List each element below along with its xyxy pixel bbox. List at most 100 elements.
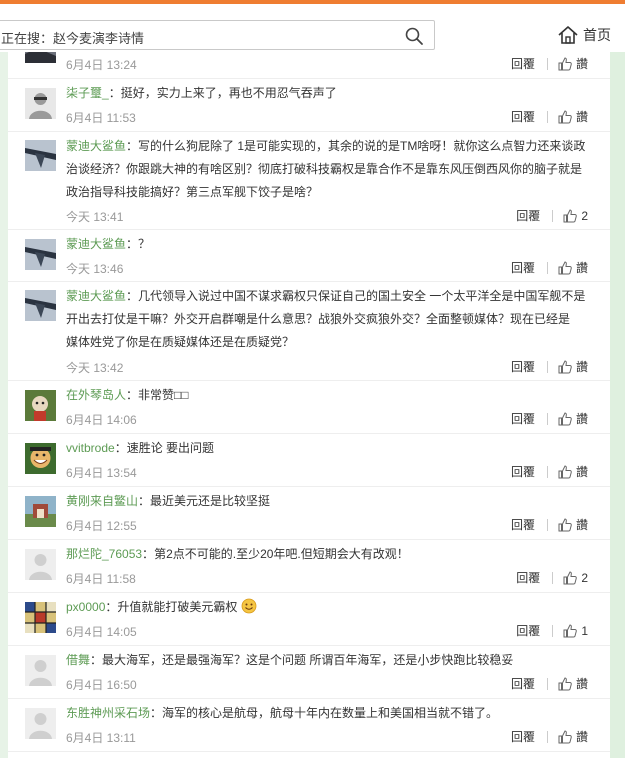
like-button[interactable]: 讚 (558, 516, 588, 533)
comment-body-line-2: 开出去打仗是干嘛？外交开启群嘲是什么意思？战狼外交疯狼外交？全面整顿媒体？现在已… (66, 312, 571, 326)
comment-actions: 回覆 讚 (511, 358, 588, 375)
avatar[interactable] (25, 52, 56, 63)
action-divider (546, 730, 548, 743)
comment-text: vvitbrode：速胜论 要出问题 (66, 437, 590, 460)
like-count: 讚 (575, 360, 588, 374)
reply-button[interactable]: 回覆 (511, 463, 535, 480)
reply-button[interactable]: 回覆 (516, 569, 540, 586)
separator: ： (150, 706, 163, 720)
username-link[interactable]: 黄刚来自鳘山 (66, 494, 138, 508)
thumbs-up-icon (558, 56, 572, 70)
reply-button[interactable]: 回覆 (511, 516, 535, 533)
username-link[interactable]: 在外琴岛人 (66, 388, 126, 402)
comment-actions: 回覆 2 (516, 207, 588, 224)
comment-item: 蒙迪大鲨鱼：几代领导入说过中国不谋求霸权只保证自己的国土安全 一个太平洋全是中国… (8, 282, 610, 381)
reply-button[interactable]: 回覆 (511, 675, 535, 692)
comment-body: 海军的核心是航母，航母十年内在数量上和美国相当就不错了。 (162, 706, 499, 720)
comment-text: 蒙迪大鲨鱼：写的什么狗屁除了 1是可能实现的，其余的说的是TM啥呀！就你这么点智… (66, 135, 590, 204)
comment-text: 黄刚来自鳘山：最近美元还是比较坚挺 (66, 490, 590, 513)
reply-button[interactable]: 回覆 (511, 358, 535, 375)
action-divider (552, 571, 554, 584)
like-button[interactable]: 2 (563, 571, 588, 585)
comment-item: 东胜神州采石场：海军的核心是航母，航母十年内在数量上和美国相当就不错了。 6月4… (8, 699, 610, 752)
reply-button[interactable]: 回覆 (516, 622, 540, 639)
search-input[interactable]: 正在搜：赵今麦演李诗情 (1, 28, 144, 47)
reply-button[interactable]: 回覆 (511, 259, 535, 276)
action-divider (546, 412, 548, 425)
avatar[interactable] (25, 549, 56, 580)
username-link[interactable]: 蒙迪大鲨鱼 (66, 289, 126, 303)
avatar[interactable] (25, 390, 56, 421)
comment-time: 今天 13:41 (66, 210, 124, 224)
avatar[interactable] (25, 140, 56, 171)
like-button[interactable]: 1 (563, 624, 588, 638)
thumbs-up-icon (563, 570, 578, 584)
comment-time: 6月4日 16:50 (66, 678, 137, 692)
home-link[interactable]: 首页 (557, 22, 611, 48)
like-button[interactable]: 讚 (558, 410, 588, 427)
reply-button[interactable]: 回覆 (511, 108, 535, 125)
comment-time: 6月4日 11:58 (66, 572, 136, 586)
like-button[interactable]: 讚 (558, 259, 588, 276)
avatar[interactable] (25, 655, 56, 686)
username-link[interactable]: 蒙迪大鲨鱼 (66, 237, 126, 251)
home-label: 首页 (583, 27, 611, 43)
reply-button[interactable]: 回覆 (511, 410, 535, 427)
comment-item: px0000：升值就能打破美元霸权 6月4日 14:05 回覆 1 (8, 593, 610, 646)
comment-text: 借舞：最大海军，还是最强海军？这是个问题 所谓百年海军，还是小步快跑比较稳妥 (66, 649, 590, 672)
avatar[interactable] (25, 88, 56, 119)
like-button[interactable]: 讚 (558, 463, 588, 480)
avatar[interactable] (25, 602, 56, 633)
username-link[interactable]: 蒙迪大鲨鱼 (66, 139, 126, 153)
reply-button[interactable]: 回覆 (511, 55, 535, 72)
like-count: 2 (581, 570, 588, 585)
like-button[interactable]: 讚 (558, 728, 588, 745)
username-link[interactable]: 借舞 (66, 653, 90, 667)
like-count: 讚 (575, 110, 588, 124)
thumbs-up-icon (558, 260, 572, 274)
avatar[interactable] (25, 708, 56, 739)
separator: ： (90, 653, 103, 667)
username-link[interactable]: px0000 (66, 600, 105, 614)
like-button[interactable]: 讚 (558, 108, 588, 125)
thumbs-up-icon (558, 517, 572, 531)
avatar[interactable] (25, 443, 56, 474)
search-box[interactable]: 正在搜：赵今麦演李诗情 (0, 20, 435, 50)
like-button[interactable]: 讚 (558, 55, 588, 72)
like-count: 讚 (575, 518, 588, 532)
avatar[interactable] (25, 239, 56, 270)
search-icon[interactable] (404, 26, 424, 46)
comment-body: 速胜论 要出问题 (126, 441, 215, 455)
comment-body: 写的什么狗屁除了 1是可能实现的，其余的说的是TM啥呀！就你这么点智力还来谈政 (138, 139, 586, 153)
comment-item: 黄刚来自鳘山：最近美元还是比较坚挺 6月4日 12:55 回覆 讚 (8, 487, 610, 540)
comment-body: 第2点不可能的.至少20年吧.但短期会大有改观！ (154, 547, 409, 561)
thumbs-up-icon (558, 729, 572, 743)
comment-actions: 回覆 1 (516, 622, 588, 639)
comment-body: ？ (138, 237, 151, 251)
username-link[interactable]: 那烂陀_76053 (66, 547, 142, 561)
reply-button[interactable]: 回覆 (516, 207, 540, 224)
separator: ： (126, 388, 139, 402)
separator: ： (114, 441, 127, 455)
action-divider (546, 518, 548, 531)
comment-text: px0000：升值就能打破美元霸权 (66, 596, 590, 619)
comment-actions: 回覆 讚 (511, 410, 588, 427)
avatar[interactable] (25, 496, 56, 527)
thumbs-up-icon (558, 411, 572, 425)
action-divider (546, 465, 548, 478)
comment-body-line-3: 政治指导科技能搞好？第三点军舰下饺子是啥？ (66, 185, 319, 199)
username-link[interactable]: 东胜神州采石场 (66, 706, 150, 720)
action-divider (546, 57, 548, 70)
username-link[interactable]: vvitbrode (66, 441, 115, 455)
comment-body: 最大海军，还是最强海军？这是个问题 所谓百年海军，还是小步快跑比较稳妥 (102, 653, 514, 667)
username-link[interactable]: 柒子璽_ (66, 86, 109, 100)
comment-time: 今天 13:42 (66, 361, 124, 375)
reply-button[interactable]: 回覆 (511, 728, 535, 745)
like-button[interactable]: 讚 (558, 358, 588, 375)
like-button[interactable]: 2 (563, 209, 588, 223)
comment-body-line-3: 媒体姓党了你是在质疑媒体还是在质疑党？ (66, 335, 295, 349)
comment-time: 6月4日 14:06 (66, 413, 137, 427)
like-button[interactable]: 讚 (558, 675, 588, 692)
avatar[interactable] (25, 290, 56, 321)
comment-body: 升值就能打破美元霸权 (117, 600, 238, 614)
